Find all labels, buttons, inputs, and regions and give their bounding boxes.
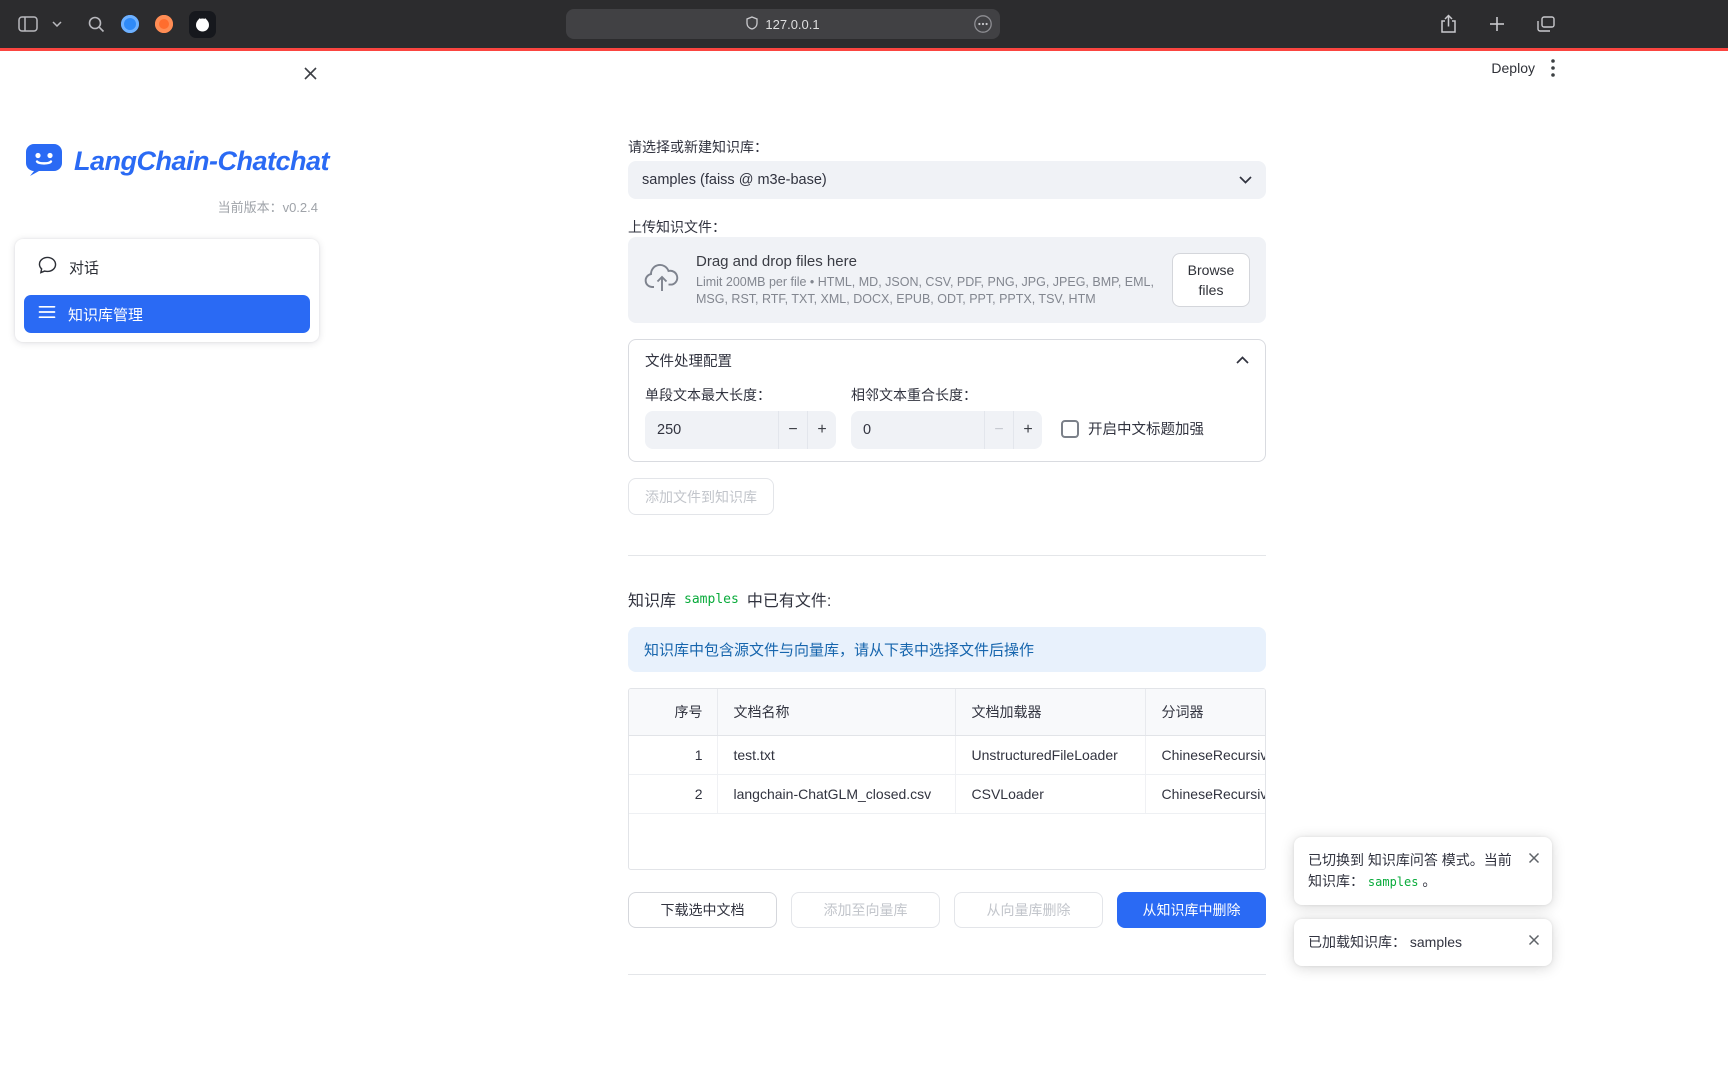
table-row[interactable]: 2langchain-ChatGLM_closed.csvCSVLoaderCh… (629, 774, 1266, 813)
action-buttons: 下载选中文档 添加至向量库 从向量库删除 从知识库中删除 (628, 892, 1266, 928)
toast-text: 已切换到 知识库问答 模式。当前知识库： samples 。 (1308, 850, 1520, 892)
kb-name-code: samples (684, 592, 739, 607)
col-docname[interactable]: 文档名称 (717, 689, 955, 735)
add-to-vectorstore-button[interactable]: 添加至向量库 (791, 892, 940, 928)
chat-bubble-icon (38, 256, 57, 278)
app-logo: LangChain-Chatchat (24, 141, 334, 182)
sidebar-toggle-icon[interactable] (18, 16, 38, 32)
deploy-button[interactable]: Deploy (1491, 60, 1535, 76)
close-icon[interactable] (1528, 852, 1540, 864)
add-files-button[interactable]: 添加文件到知识库 (628, 478, 774, 515)
browser-toolbar: 127.0.0.1 (0, 0, 1728, 48)
dropzone-title: Drag and drop files here (696, 253, 1156, 270)
search-icon[interactable] (88, 16, 105, 33)
overlap-label: 相邻文本重合长度： (851, 385, 1042, 405)
close-icon[interactable] (1528, 934, 1540, 946)
col-index[interactable]: 序号 (629, 689, 717, 735)
toast-container: 已切换到 知识库问答 模式。当前知识库： samples 。 已加载知识库： s… (1294, 837, 1552, 966)
increment-button[interactable]: + (1013, 411, 1042, 449)
sidebar-item-label: 知识库管理 (68, 304, 143, 325)
extension-blue-icon[interactable] (121, 15, 139, 33)
shield-icon (746, 16, 758, 33)
overlap-group: 相邻文本重合长度： 0 − + (851, 385, 1042, 449)
delete-from-vectorstore-button[interactable]: 从向量库删除 (954, 892, 1103, 928)
chunk-size-label: 单段文本最大长度： (645, 385, 836, 405)
info-alert: 知识库中包含源文件与向量库，请从下表中选择文件后操作 (628, 627, 1266, 672)
chevron-down-icon[interactable] (52, 21, 62, 27)
heading-prefix: 知识库 (628, 587, 676, 611)
logo-text: LangChain-Chatchat (74, 146, 329, 177)
dropzone-text: Drag and drop files here Limit 200MB per… (696, 253, 1156, 308)
table-row[interactable]: 1test.txtUnstructuredFileLoaderChineseRe… (629, 735, 1266, 774)
kb-table-body: 1test.txtUnstructuredFileLoaderChineseRe… (629, 735, 1266, 813)
toolbar-right-group (1440, 0, 1555, 48)
checkbox-box[interactable] (1061, 420, 1079, 438)
version-label: 当前版本：v0.2.4 (0, 197, 318, 216)
increment-button[interactable]: + (807, 411, 836, 449)
chunk-size-input[interactable]: 250 − + (645, 411, 836, 449)
address-bar[interactable]: 127.0.0.1 (566, 9, 1000, 39)
kb-files-table[interactable]: 序号 文档名称 文档加载器 分词器 1test.txtUnstructuredF… (628, 688, 1266, 870)
toast-text: 已加载知识库： samples (1308, 932, 1520, 953)
github-icon[interactable] (189, 11, 216, 38)
expander-title: 文件处理配置 (645, 350, 732, 371)
content-column: 请选择或新建知识库： samples (faiss @ m3e-base) 上传… (628, 51, 1266, 975)
expander-body: 单段文本最大长度： 250 − + 相邻文本重合长度： 0 − + (629, 380, 1265, 461)
chevron-down-icon (1239, 172, 1252, 188)
expander-header[interactable]: 文件处理配置 (629, 340, 1265, 380)
browse-files-button[interactable]: Browse files (1172, 253, 1250, 308)
chevron-up-icon (1236, 352, 1249, 368)
knowledge-base-icon (38, 304, 56, 324)
heading-suffix: 中已有文件: (747, 587, 831, 611)
sidebar-item-chat[interactable]: 对话 (24, 248, 310, 286)
page-settings-icon[interactable] (973, 14, 993, 37)
dropzone-limit: Limit 200MB per file • HTML, MD, JSON, C… (696, 274, 1156, 308)
file-dropzone[interactable]: Drag and drop files here Limit 200MB per… (628, 237, 1266, 323)
toolbar-left-group (18, 0, 216, 48)
kb-select-value: samples (faiss @ m3e-base) (642, 172, 827, 188)
streamlit-header: Deploy (1491, 59, 1555, 77)
sidebar-item-knowledge-base[interactable]: 知识库管理 (24, 295, 310, 333)
checkbox-label: 开启中文标题加强 (1088, 418, 1204, 439)
extension-orange-icon[interactable] (155, 15, 173, 33)
toast-kb-loaded: 已加载知识库： samples (1294, 919, 1552, 966)
sidebar-close-icon[interactable] (298, 61, 322, 85)
kb-files-heading: 知识库 samples 中已有文件: (628, 587, 1266, 611)
upload-label: 上传知识文件： (628, 217, 1266, 237)
toast-suffix: 。 (1422, 873, 1436, 889)
kb-select[interactable]: samples (faiss @ m3e-base) (628, 161, 1266, 199)
sidebar-item-label: 对话 (69, 257, 99, 278)
overlap-input[interactable]: 0 − + (851, 411, 1042, 449)
overlap-value: 0 (851, 422, 984, 438)
url-text: 127.0.0.1 (765, 17, 819, 32)
tab-overview-icon[interactable] (1537, 16, 1555, 32)
sidebar-menu: 对话 知识库管理 (15, 239, 319, 342)
delete-from-kb-button[interactable]: 从知识库中删除 (1117, 892, 1266, 928)
decrement-button[interactable]: − (778, 411, 807, 449)
file-config-expander: 文件处理配置 单段文本最大长度： 250 − + (628, 339, 1266, 462)
toast-mode-switched: 已切换到 知识库问答 模式。当前知识库： samples 。 (1294, 837, 1552, 905)
download-selected-button[interactable]: 下载选中文档 (628, 892, 777, 928)
divider (628, 974, 1266, 975)
divider (628, 555, 1266, 556)
main-menu-icon[interactable] (1551, 59, 1555, 77)
toast-kb-code: samples (1368, 875, 1419, 889)
chunk-size-value: 250 (645, 422, 778, 438)
kb-select-label: 请选择或新建知识库： (628, 137, 1266, 157)
upload-cloud-icon (644, 263, 680, 298)
chunk-size-group: 单段文本最大长度： 250 − + (645, 385, 836, 449)
zh-title-checkbox[interactable]: 开启中文标题加强 (1061, 418, 1204, 439)
decrement-button[interactable]: − (984, 411, 1013, 449)
chatbot-logo-icon (24, 141, 64, 182)
table-header-row: 序号 文档名称 文档加载器 分词器 (629, 689, 1266, 735)
page: 127.0.0.1 LangChain-Chatch (0, 0, 1728, 1080)
share-icon[interactable] (1440, 14, 1457, 34)
sidebar: LangChain-Chatchat 当前版本：v0.2.4 对话 知识库管理 (0, 51, 334, 1080)
col-loader[interactable]: 文档加载器 (955, 689, 1145, 735)
col-splitter[interactable]: 分词器 (1145, 689, 1266, 735)
new-tab-icon[interactable] (1489, 16, 1505, 32)
